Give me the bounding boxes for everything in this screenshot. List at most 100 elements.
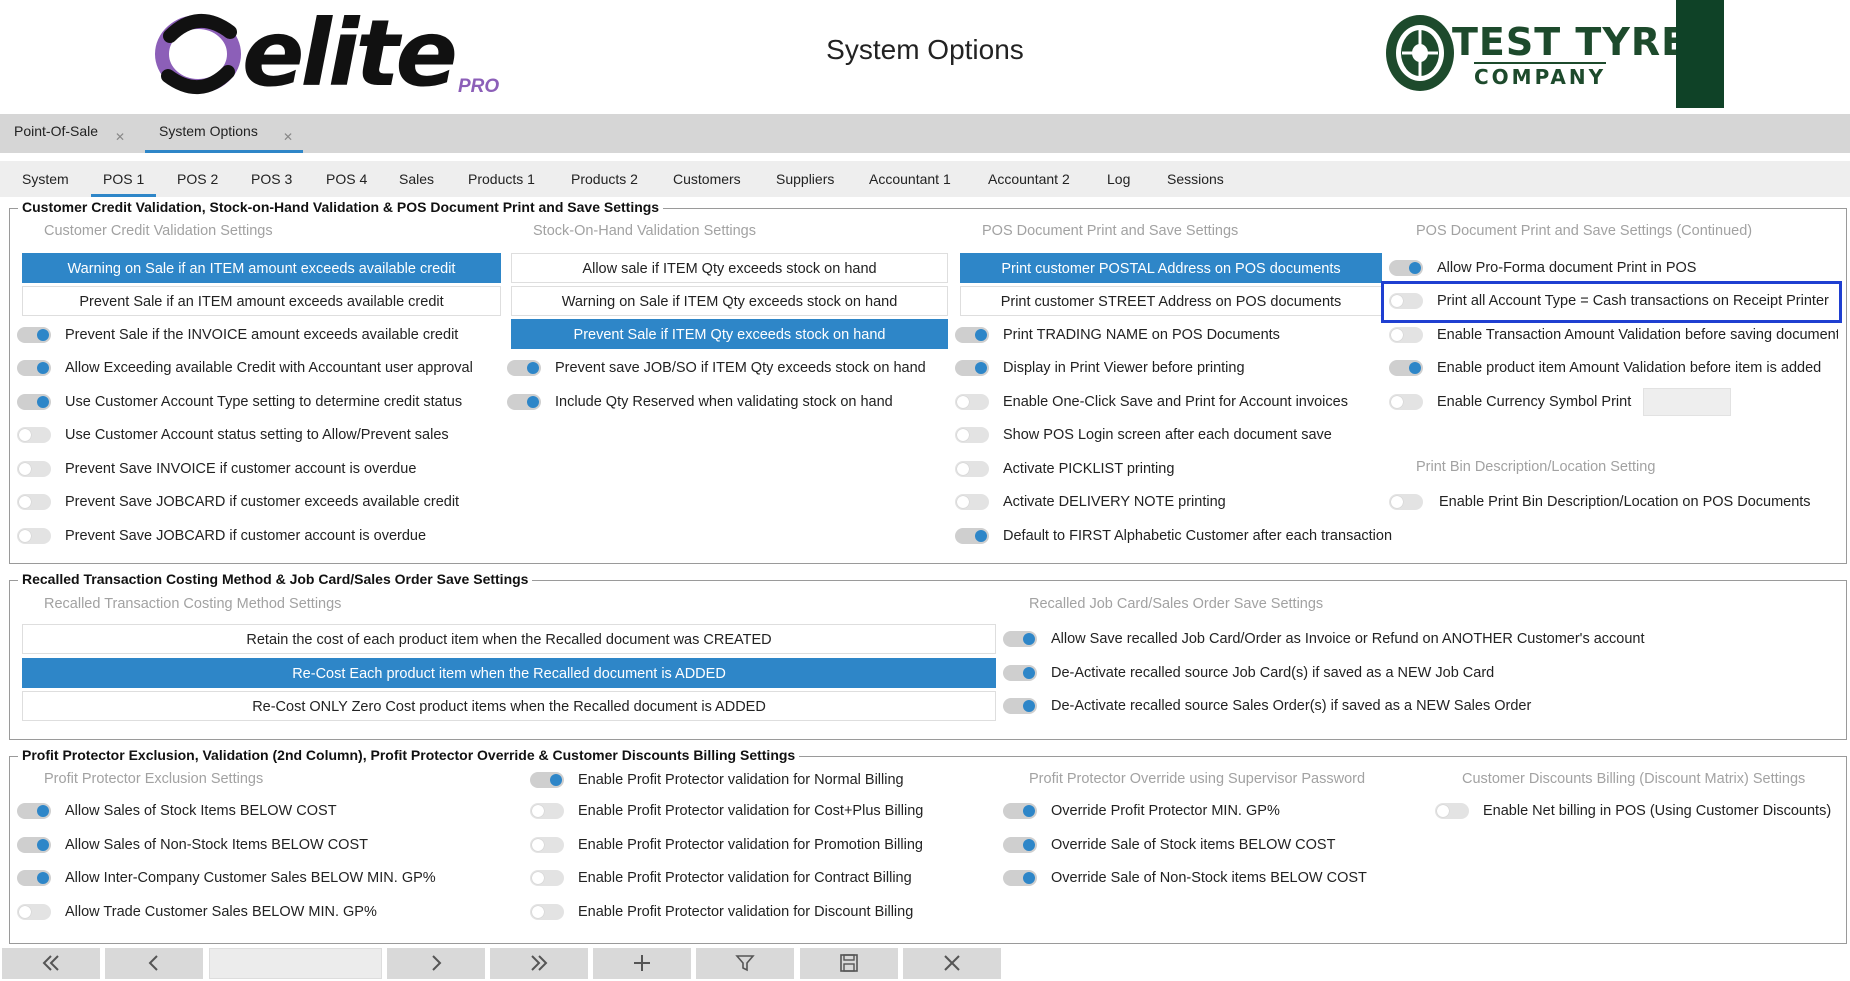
- tab-customers[interactable]: Customers: [673, 161, 741, 197]
- stock-warning-on-sale-button[interactable]: Warning on Sale if ITEM Qty exceeds stoc…: [511, 286, 948, 316]
- filter-button[interactable]: [696, 948, 794, 979]
- close-icon[interactable]: ✕: [283, 130, 293, 144]
- doc-tab-system-options[interactable]: System Options ✕: [145, 114, 303, 153]
- toggle-switch[interactable]: [1389, 394, 1423, 410]
- option-label: Enable product item Amount Validation be…: [1437, 360, 1822, 376]
- toggle-switch[interactable]: [530, 772, 564, 788]
- doc-tab-label: System Options: [159, 123, 258, 139]
- tab-suppliers[interactable]: Suppliers: [776, 161, 834, 197]
- toggle-switch[interactable]: [507, 360, 541, 376]
- toggle-knob: [19, 906, 31, 918]
- credit-prevent-sale-button[interactable]: Prevent Sale if an ITEM amount exceeds a…: [22, 286, 501, 316]
- option-label: Allow Sales of Stock Items BELOW COST: [65, 803, 337, 819]
- toggle-switch[interactable]: [1003, 837, 1037, 853]
- toggle-knob: [1023, 872, 1035, 884]
- option-net-billing-pos[interactable]: Enable Net billing in POS (Using Custome…: [1435, 799, 1840, 823]
- toggle-switch[interactable]: [17, 461, 51, 477]
- toggle-switch[interactable]: [955, 360, 989, 376]
- last-record-button[interactable]: [490, 948, 588, 979]
- toggle-knob: [1023, 667, 1035, 679]
- toggle-switch[interactable]: [1389, 327, 1423, 343]
- print-postal-address-button[interactable]: Print customer POSTAL Address on POS doc…: [960, 253, 1382, 283]
- toggle-switch[interactable]: [530, 803, 564, 819]
- toggle-switch[interactable]: [17, 360, 51, 376]
- save-button[interactable]: [800, 948, 898, 979]
- toggle-switch[interactable]: [955, 494, 989, 510]
- toggle-switch[interactable]: [507, 394, 541, 410]
- toggle-switch[interactable]: [17, 427, 51, 443]
- tab-accountant-2[interactable]: Accountant 2: [988, 161, 1070, 197]
- option-label: Print TRADING NAME on POS Documents: [1003, 327, 1280, 343]
- tab-sessions[interactable]: Sessions: [1167, 161, 1224, 197]
- option-item-amount-validation[interactable]: Enable product item Amount Validation be…: [1389, 356, 1838, 380]
- toggle-switch[interactable]: [1435, 803, 1469, 819]
- retain-cost-button[interactable]: Retain the cost of each product item whe…: [22, 624, 996, 654]
- toggle-knob: [532, 839, 544, 851]
- toggle-switch[interactable]: [530, 904, 564, 920]
- toggle-switch[interactable]: [17, 904, 51, 920]
- option-label: Show POS Login screen after each documen…: [1003, 427, 1332, 443]
- toggle-switch[interactable]: [955, 394, 989, 410]
- toggle-switch[interactable]: [1003, 803, 1037, 819]
- toggle-switch[interactable]: [955, 461, 989, 477]
- option-label: Allow Inter-Company Customer Sales BELOW…: [65, 870, 436, 886]
- previous-record-button[interactable]: [105, 948, 203, 979]
- stock-prevent-sale-button[interactable]: Prevent Sale if ITEM Qty exceeds stock o…: [511, 319, 948, 349]
- tab-pos-4[interactable]: POS 4: [326, 161, 367, 197]
- toggle-switch[interactable]: [530, 870, 564, 886]
- toggle-switch[interactable]: [1003, 870, 1037, 886]
- add-record-button[interactable]: [593, 948, 691, 979]
- toggle-switch[interactable]: [17, 327, 51, 343]
- toggle-switch[interactable]: [955, 528, 989, 544]
- toggle-switch[interactable]: [1389, 360, 1423, 376]
- option-transaction-amount-validation[interactable]: Enable Transaction Amount Validation bef…: [1389, 323, 1838, 347]
- toggle-switch[interactable]: [17, 803, 51, 819]
- cancel-button[interactable]: [903, 948, 1001, 979]
- toggle-switch[interactable]: [955, 327, 989, 343]
- record-position-input[interactable]: [209, 948, 382, 979]
- currency-symbol-input[interactable]: [1643, 388, 1731, 416]
- toggle-switch[interactable]: [530, 837, 564, 853]
- toggle-switch[interactable]: [1389, 260, 1423, 276]
- toggle-switch[interactable]: [1389, 494, 1423, 510]
- credit-warning-on-sale-button[interactable]: Warning on Sale if an ITEM amount exceed…: [22, 253, 501, 283]
- tab-products-1[interactable]: Products 1: [468, 161, 535, 197]
- tab-accountant-1[interactable]: Accountant 1: [869, 161, 951, 197]
- tab-products-2[interactable]: Products 2: [571, 161, 638, 197]
- option-label: Allow Sales of Non-Stock Items BELOW COS…: [65, 837, 368, 853]
- option-label: Allow Save recalled Job Card/Order as In…: [1051, 631, 1645, 647]
- next-record-button[interactable]: [387, 948, 485, 979]
- group-title: Customer Credit Validation, Stock-on-Han…: [18, 199, 664, 215]
- toggle-switch[interactable]: [17, 528, 51, 544]
- tab-system[interactable]: System: [22, 161, 69, 197]
- toggle-knob: [975, 530, 987, 542]
- option-label: Use Customer Account status setting to A…: [65, 427, 449, 443]
- print-street-address-button[interactable]: Print customer STREET Address on POS doc…: [960, 286, 1382, 316]
- print-bin-label: Print Bin Description/Location Setting: [1416, 459, 1656, 475]
- recost-each-item-button[interactable]: Re-Cost Each product item when the Recal…: [22, 658, 996, 688]
- tab-pos-2[interactable]: POS 2: [177, 161, 218, 197]
- toggle-switch[interactable]: [1003, 698, 1037, 714]
- recost-zero-cost-button[interactable]: Re-Cost ONLY Zero Cost product items whe…: [22, 691, 996, 721]
- stock-allow-sale-button[interactable]: Allow sale if ITEM Qty exceeds stock on …: [511, 253, 948, 283]
- toggle-switch[interactable]: [17, 870, 51, 886]
- toggle-switch[interactable]: [955, 427, 989, 443]
- toggle-switch[interactable]: [17, 494, 51, 510]
- tab-log[interactable]: Log: [1107, 161, 1130, 197]
- company-name-line1: TEST TYRE: [1452, 20, 1689, 64]
- option-label: Override Sale of Non-Stock items BELOW C…: [1051, 870, 1367, 886]
- tab-pos-3[interactable]: POS 3: [251, 161, 292, 197]
- close-icon[interactable]: ✕: [115, 130, 125, 144]
- toggle-knob: [975, 329, 987, 341]
- option-label: De-Activate recalled source Job Card(s) …: [1051, 665, 1495, 681]
- toggle-switch[interactable]: [17, 837, 51, 853]
- toggle-switch[interactable]: [17, 394, 51, 410]
- toggle-knob: [532, 872, 544, 884]
- first-record-button[interactable]: [2, 948, 100, 979]
- tab-sales[interactable]: Sales: [399, 161, 434, 197]
- option-label: Allow Pro-Forma document Print in POS: [1437, 260, 1697, 276]
- tab-pos-1[interactable]: POS 1: [91, 161, 157, 197]
- toggle-switch[interactable]: [1003, 665, 1037, 681]
- doc-tab-point-of-sale[interactable]: Point-Of-Sale ✕: [0, 114, 135, 153]
- toggle-switch[interactable]: [1003, 631, 1037, 647]
